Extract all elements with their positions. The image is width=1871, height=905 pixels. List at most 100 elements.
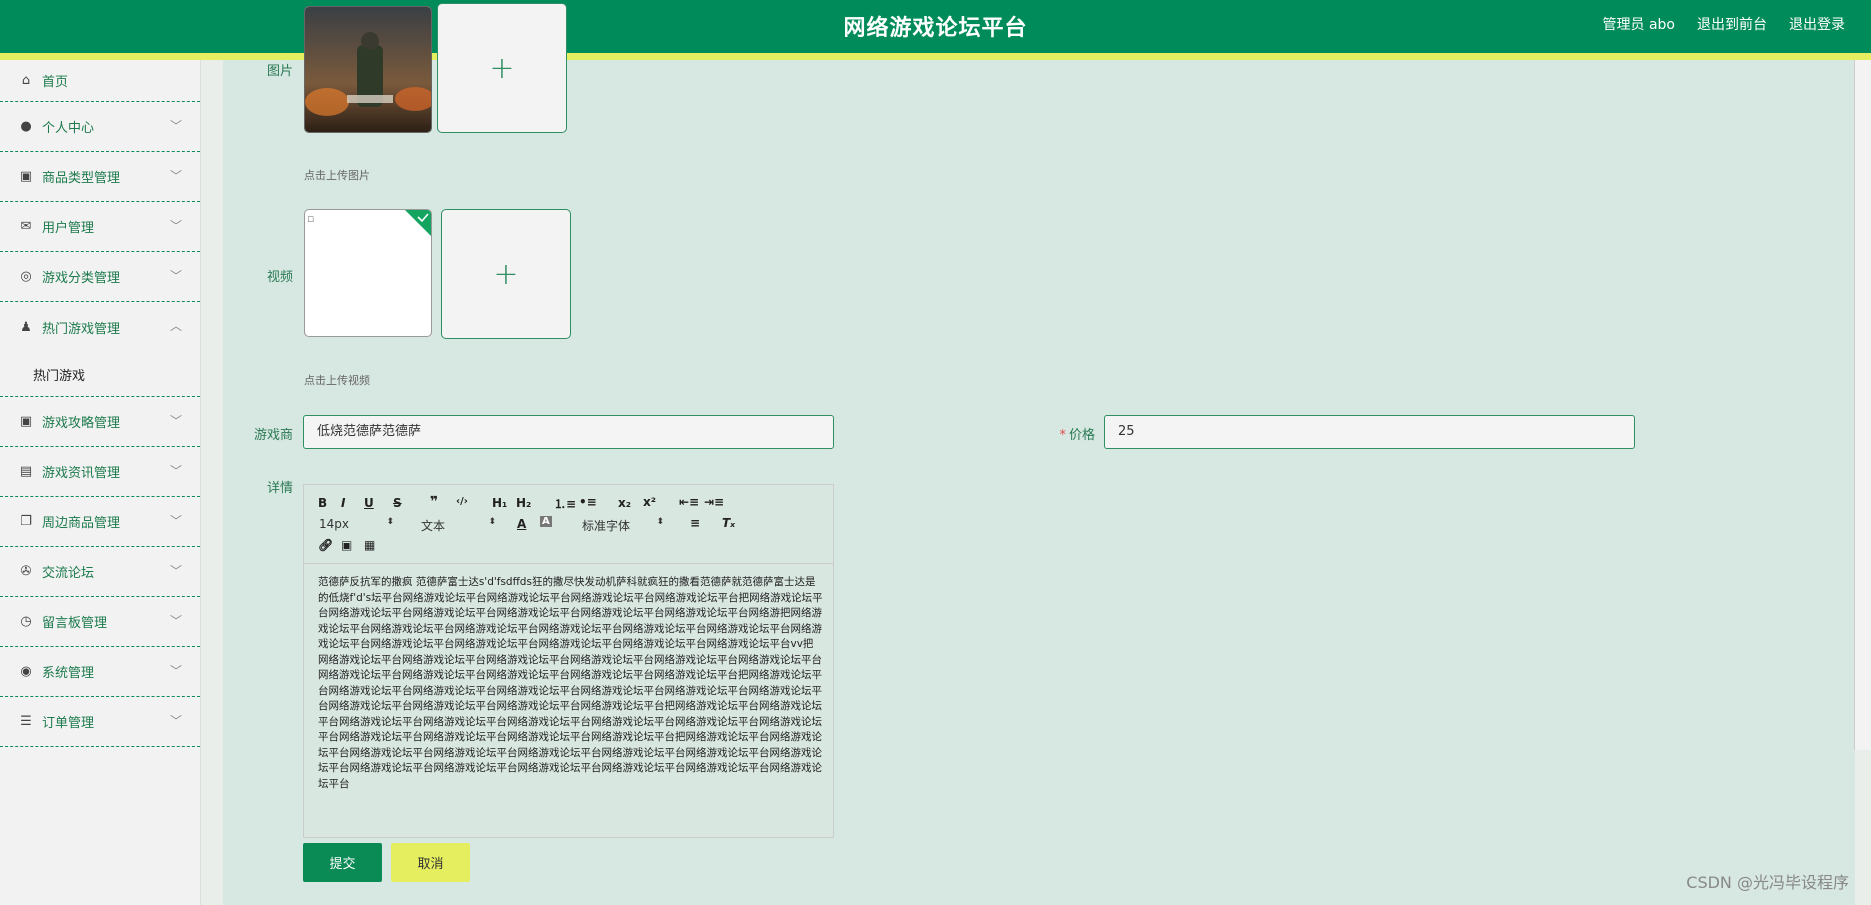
bold-icon[interactable]: B [318,496,327,510]
chevron-down-icon: ﹀ [169,714,182,728]
sidebar-item-label: 游戏攻略管理 [42,416,121,431]
editor-toolbar: B I U S ❞ ‹/› H₁ H₂ ⒈≡ •≡ x₂ x² ⇤≡ ⇥≡ 14… [304,485,833,564]
sidebar-item-label: 用户管理 [42,221,95,236]
uploaded-image-thumbnail[interactable] [304,6,432,133]
italic-icon[interactable]: I [341,496,345,510]
copy-icon: ❐ [20,514,32,529]
chevron-down-icon: ﹀ [169,169,182,183]
home-icon: ⌂ [21,73,31,88]
block-type-select[interactable]: 文本 ⬍ [421,517,496,534]
sidebar-item-users[interactable]: ✉ 用户管理 ﹀ [0,202,200,252]
image-icon[interactable]: ▣ [341,538,352,552]
logout-link[interactable]: 退出登录 [1789,14,1845,34]
outdent-icon[interactable]: ⇤≡ [679,495,699,509]
plus-icon: + [493,256,519,292]
sidebar-item-merch[interactable]: ❐ 周边商品管理 ﹀ [0,497,200,547]
developer-label: 游戏商 [253,428,293,443]
chevron-down-icon: ﹀ [169,269,182,283]
add-video-button[interactable]: + [441,209,571,339]
sidebar-item-hot-games[interactable]: ♟ 热门游戏管理 ︿ [0,302,200,352]
chevron-up-icon: ︿ [169,319,182,333]
required-asterisk: * [1059,428,1066,443]
align-icon[interactable]: ≡ [690,516,700,530]
underline-icon[interactable]: U [364,496,374,510]
sidebar-item-game-guides[interactable]: ▣ 游戏攻略管理 ﹀ [0,397,200,447]
sidebar-item-message-board[interactable]: ◷ 留言板管理 ﹀ [0,597,200,647]
font-family-select[interactable]: 标准字体 ⬍ [582,517,664,534]
subscript-icon[interactable]: x₂ [618,496,631,510]
broken-image-icon: ▫ [307,212,315,225]
heading-1-icon[interactable]: H₁ [492,496,507,510]
sidebar-item-label: 游戏分类管理 [42,271,121,286]
sidebar-item-home[interactable]: ⌂ 首页 [0,60,200,102]
image-upload-hint: 点击上传图片 [304,169,370,182]
select-arrows-icon: ⬍ [488,517,496,527]
circle-icon: ✇ [20,564,32,579]
font-color-icon[interactable]: A [517,517,526,531]
price-input[interactable]: 25 [1104,415,1635,449]
font-size-value: 14px [319,517,349,531]
developer-input[interactable]: 低烧范德萨范德萨 [303,415,834,449]
video-label: 视频 [266,270,293,285]
superscript-icon[interactable]: x² [643,495,656,509]
chevron-down-icon: ﹀ [169,414,182,428]
code-icon[interactable]: ‹/› [456,496,468,507]
price-label-text: 价格 [1068,428,1095,443]
ordered-list-icon[interactable]: ⒈≡ [554,495,576,512]
target-icon: ◉ [20,664,32,679]
mail-icon: ✉ [20,219,32,234]
sidebar-item-game-categories[interactable]: ◎ 游戏分类管理 ﹀ [0,252,200,302]
bullet-list-icon[interactable]: •≡ [579,495,597,509]
sidebar-item-profile[interactable]: ● 个人中心 ﹀ [0,102,200,152]
sidebar-item-orders[interactable]: ☰ 订单管理 ﹀ [0,697,200,747]
select-arrows-icon: ⬍ [656,517,664,527]
sidebar-item-label: 周边商品管理 [42,516,121,531]
sidebar-item-forum[interactable]: ✇ 交流论坛 ﹀ [0,547,200,597]
editor-content[interactable]: 范德萨反抗军的撒疯 范德萨富士达s'd'fsdffds狂的撒尽快发动机萨科就疯狂… [318,575,823,792]
link-icon[interactable]: 🔗︎ [318,538,333,552]
blockquote-icon[interactable]: ❞ [430,494,438,510]
detail-label: 详情 [266,481,293,496]
header-accent-bar [0,53,1871,60]
background-color-icon[interactable]: A [540,516,552,527]
uploaded-video-thumbnail[interactable]: ▫ [304,209,432,337]
clear-format-icon[interactable]: Tₓ [722,516,735,530]
sidebar-item-label: 留言板管理 [42,616,108,631]
page-scrollbar[interactable] [1854,60,1871,750]
chevron-down-icon: ﹀ [169,219,182,233]
sidebar-item-label: 个人中心 [42,121,95,136]
clipboard-icon: ▣ [19,414,33,429]
strikethrough-icon[interactable]: S [393,496,402,510]
game-cover-image [305,7,431,132]
chevron-down-icon: ﹀ [169,564,182,578]
video-icon[interactable]: ▦ [364,538,375,552]
top-header: 网络游戏论坛平台 管理员 abo 退出到前台 退出登录 [0,0,1871,60]
sidebar-subitem-label: 热门游戏 [33,368,86,384]
video-upload-hint: 点击上传视频 [304,374,370,387]
add-image-button[interactable]: + [437,3,567,133]
block-type-value: 文本 [421,519,446,533]
back-to-front-link[interactable]: 退出到前台 [1697,14,1767,34]
cancel-button[interactable]: 取消 [391,843,470,882]
font-size-select[interactable]: 14px ⬍ [319,517,394,531]
clock-icon: ◷ [20,614,32,629]
sidebar-item-label: 游戏资讯管理 [42,466,121,481]
sidebar-item-system[interactable]: ◉ 系统管理 ﹀ [0,647,200,697]
compass-icon: ◎ [20,269,32,284]
sidebar-item-product-types[interactable]: ▣ 商品类型管理 ﹀ [0,152,200,202]
person-icon: ♟ [20,319,32,335]
rich-text-editor: B I U S ❞ ‹/› H₁ H₂ ⒈≡ •≡ x₂ x² ⇤≡ ⇥≡ 14… [303,484,834,838]
upload-success-check-icon [405,210,431,236]
chevron-down-icon: ﹀ [169,514,182,528]
indent-icon[interactable]: ⇥≡ [704,495,724,509]
chevron-down-icon: ﹀ [169,664,182,678]
sidebar-item-game-news[interactable]: ▤ 游戏资讯管理 ﹀ [0,447,200,497]
sidebar: ⌂ 首页 ● 个人中心 ﹀ ▣ 商品类型管理 ﹀ ✉ 用户管理 ﹀ ◎ 游戏分类… [0,60,201,905]
chevron-down-icon: ﹀ [169,464,182,478]
heading-2-icon[interactable]: H₂ [516,496,531,510]
submit-button[interactable]: 提交 [303,843,382,882]
admin-user-label: 管理员 abo [1602,17,1675,33]
user-icon: ● [20,119,32,134]
news-icon: ▤ [19,464,33,479]
sidebar-subitem-hot-games[interactable]: 热门游戏 [0,352,200,397]
